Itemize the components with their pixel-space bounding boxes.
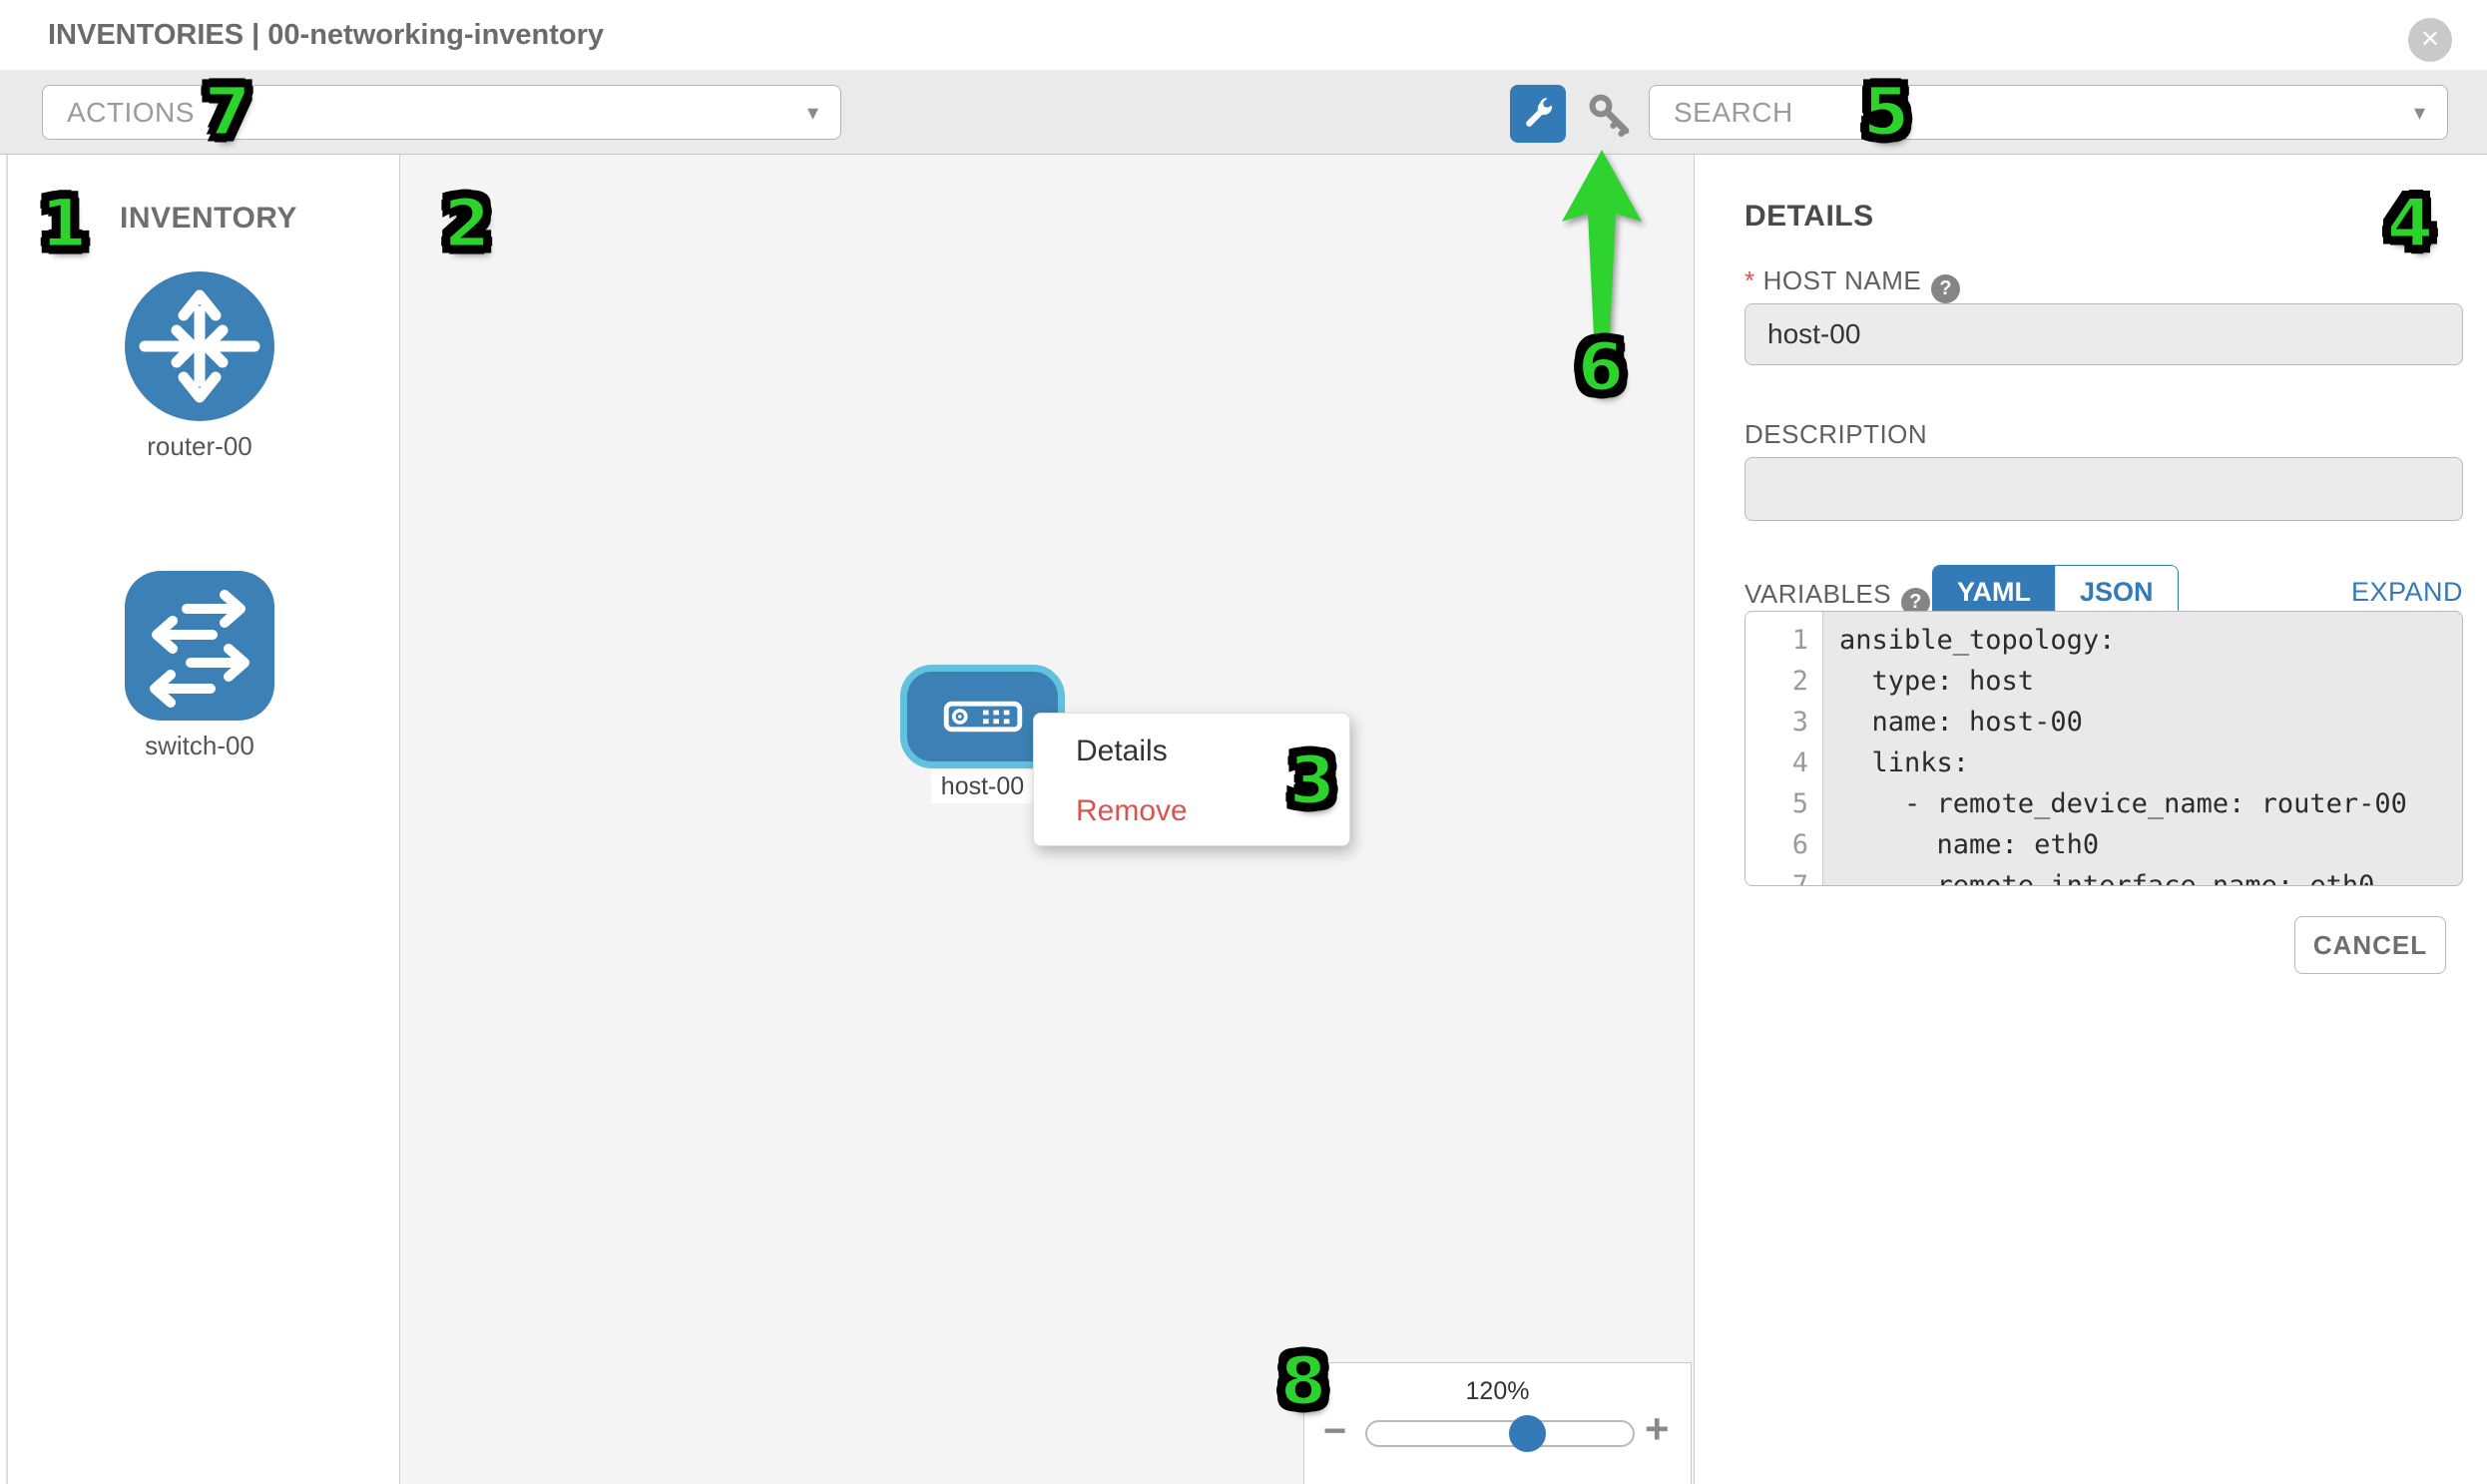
context-menu-item-remove[interactable]: Remove <box>1034 781 1349 841</box>
breadcrumb: INVENTORIES | 00-networking-inventory <box>48 0 604 70</box>
router-icon <box>125 408 274 425</box>
editor-line-text: remote_interface_name: eth0 <box>1839 865 2462 886</box>
actions-dropdown[interactable]: ACTIONS ▾ <box>42 85 841 140</box>
editor-line-text: - remote_device_name: router-00 <box>1839 783 2462 824</box>
zoom-slider-thumb[interactable] <box>1509 1415 1546 1452</box>
zoom-level-label: 120% <box>1303 1377 1692 1406</box>
editor-line-number: 6 <box>1745 824 1822 865</box>
close-icon[interactable]: ✕ <box>2408 18 2452 62</box>
context-menu-item-details[interactable]: Details <box>1034 722 1349 781</box>
description-input[interactable] <box>1744 457 2463 521</box>
description-label: DESCRIPTION <box>1744 419 1927 450</box>
editor-line-number: 1 <box>1745 620 1822 661</box>
editor-line-number: 7 <box>1745 865 1822 886</box>
zoom-slider-track[interactable] <box>1365 1420 1635 1447</box>
editor-line-number: 3 <box>1745 702 1822 742</box>
sidebar-item-router[interactable] <box>125 271 274 426</box>
actions-dropdown-label: ACTIONS <box>67 86 195 139</box>
editor-line-number: 5 <box>1745 783 1822 824</box>
toolbar: ACTIONS ▾ SEARCH ▾ <box>0 70 2487 155</box>
editor-line-number: 4 <box>1745 742 1822 783</box>
editor-line-text: ansible_topology: <box>1839 620 2462 661</box>
editor-line-text: links: <box>1839 742 2462 783</box>
sidebar-item-router-label: router-00 <box>85 431 314 462</box>
editor-line-text: name: eth0 <box>1839 824 2462 865</box>
cancel-button[interactable]: CANCEL <box>2294 916 2446 974</box>
inventory-heading: INVENTORY <box>120 202 297 236</box>
editor-line-numbers: 1234567 <box>1745 612 1823 885</box>
help-icon[interactable]: ? <box>1931 274 1960 303</box>
zoom-in-button[interactable]: + <box>1645 1405 1670 1453</box>
sidebar-edge-line <box>6 155 8 1484</box>
chevron-down-icon: ▾ <box>807 86 818 139</box>
key-icon[interactable] <box>1585 90 1637 140</box>
editor-line-number: 2 <box>1745 661 1822 702</box>
expand-link[interactable]: EXPAND <box>2243 577 2463 608</box>
zoom-out-button[interactable]: − <box>1323 1409 1346 1454</box>
required-asterisk: * <box>1744 265 1755 295</box>
context-menu: Details Remove <box>1033 713 1350 846</box>
editor-line-text: type: host <box>1839 661 2462 702</box>
editor-line-text: name: host-00 <box>1839 702 2462 742</box>
sidebar-item-switch[interactable] <box>125 571 274 726</box>
inventory-topology-app: INVENTORIES | 00-networking-inventory ✕ … <box>0 0 2487 1484</box>
editor-code: ansible_topology: type: host name: host-… <box>1823 612 2462 885</box>
search-dropdown-label: SEARCH <box>1674 86 1793 139</box>
switch-icon <box>125 708 274 725</box>
chevron-down-icon: ▾ <box>2414 86 2425 139</box>
host-name-label: *HOST NAME? <box>1744 265 1960 303</box>
host-name-input[interactable] <box>1744 303 2463 365</box>
page-header: INVENTORIES | 00-networking-inventory ✕ <box>0 0 2487 70</box>
wrench-button[interactable] <box>1510 85 1566 143</box>
search-dropdown[interactable]: SEARCH ▾ <box>1649 85 2448 140</box>
variables-editor[interactable]: 1234567 ansible_topology: type: host nam… <box>1744 611 2463 886</box>
sidebar-item-switch-label: switch-00 <box>85 731 314 761</box>
details-heading: DETAILS <box>1744 200 1874 234</box>
